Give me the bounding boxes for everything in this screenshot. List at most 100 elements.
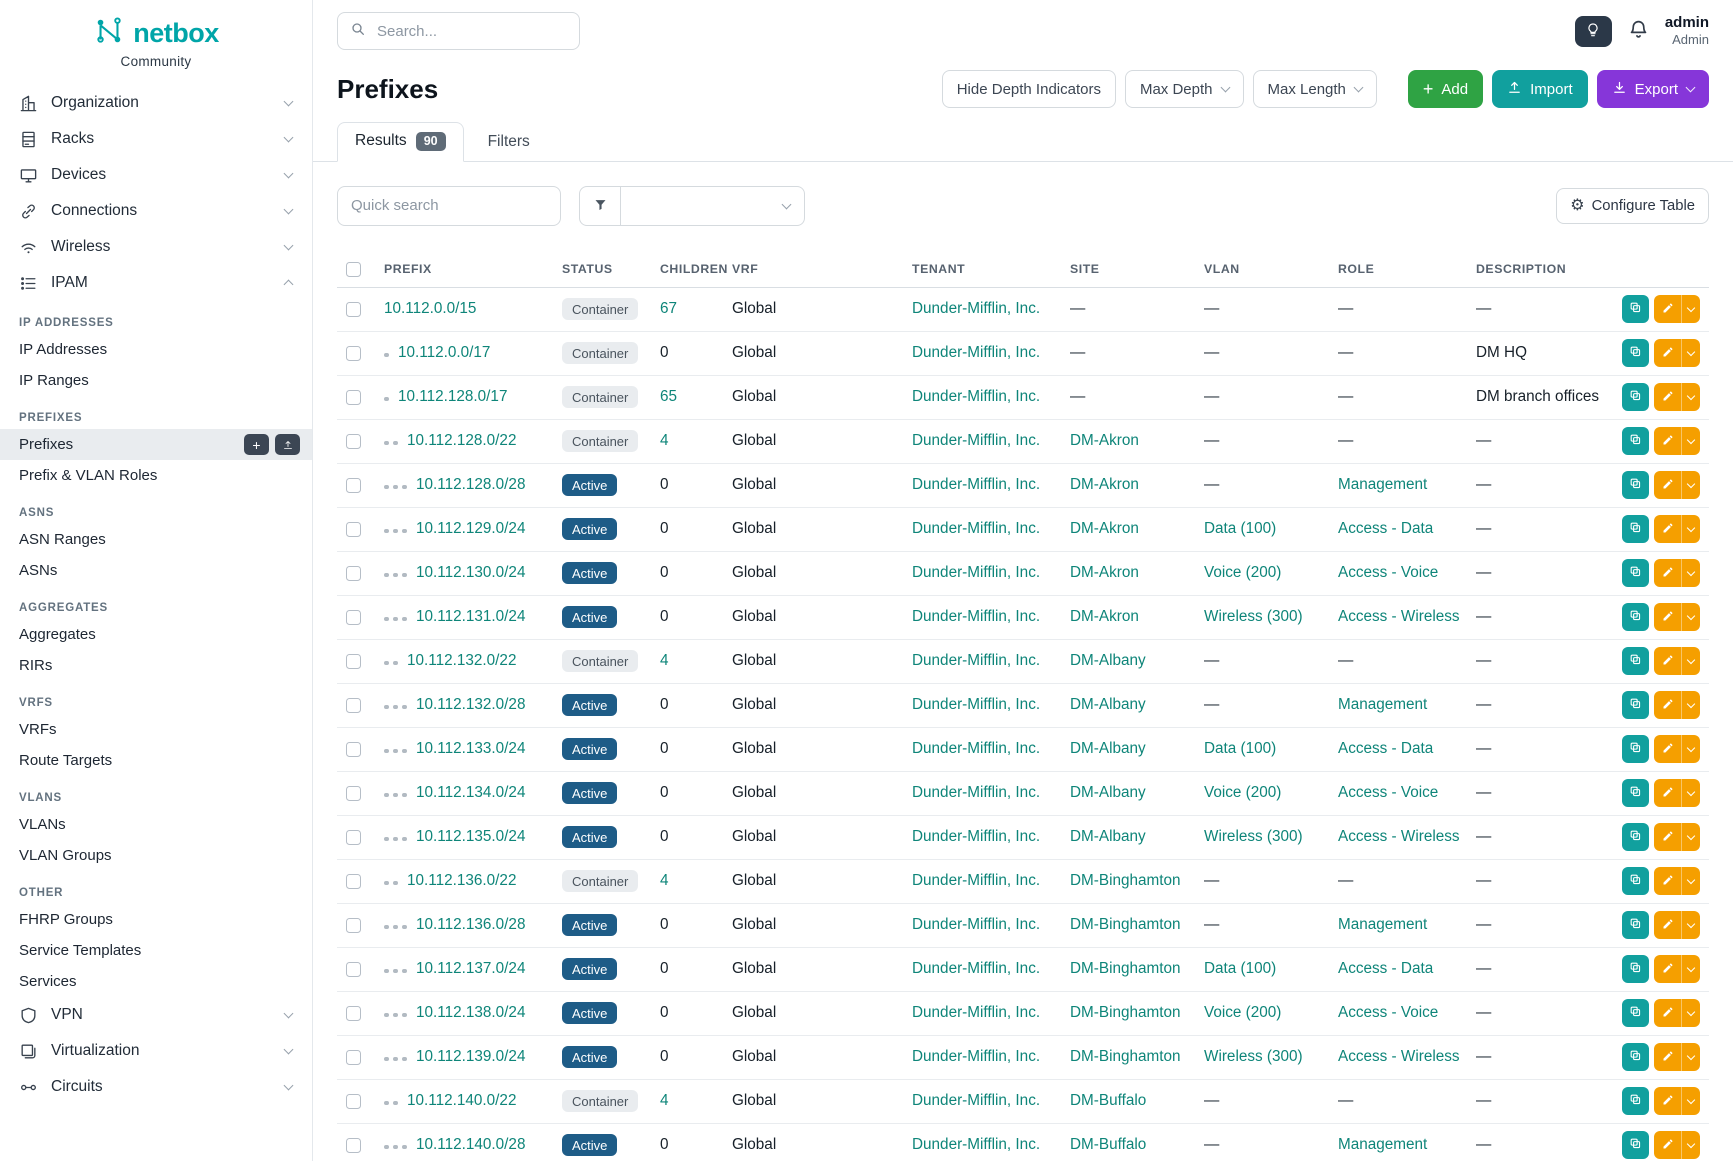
brand[interactable]: netbox Community [0,0,312,71]
row-checkbox[interactable] [346,918,361,933]
global-search-input[interactable] [375,22,567,41]
row-checkbox[interactable] [346,786,361,801]
tenant-link[interactable]: Dunder-Mifflin, Inc. [912,916,1040,933]
tenant-link[interactable]: Dunder-Mifflin, Inc. [912,300,1040,317]
tenant-link[interactable]: Dunder-Mifflin, Inc. [912,828,1040,845]
row-checkbox[interactable] [346,434,361,449]
role-link[interactable]: Management [1338,476,1427,493]
vlan-link[interactable]: Wireless (300) [1204,608,1303,625]
column-header-vlan[interactable]: VLAN [1195,252,1329,288]
sidebar-item-fhrp-groups[interactable]: FHRP Groups [0,904,312,935]
vlan-link[interactable]: Voice (200) [1204,1004,1281,1021]
row-checkbox[interactable] [346,346,361,361]
sidebar-item-vlans[interactable]: VLANs [0,809,312,840]
edit-dropdown-button[interactable] [1681,779,1700,807]
tenant-link[interactable]: Dunder-Mifflin, Inc. [912,1004,1040,1021]
max-depth-dropdown[interactable]: Max Depth [1125,70,1244,108]
prefix-link[interactable]: 10.112.137.0/24 [416,960,525,977]
clone-button[interactable] [1622,691,1649,719]
tenant-link[interactable]: Dunder-Mifflin, Inc. [912,872,1040,889]
clone-button[interactable] [1622,999,1649,1027]
edit-button[interactable] [1654,471,1680,499]
sidebar-item-prefix-vlan-roles[interactable]: Prefix & VLAN Roles [0,460,312,491]
role-link[interactable]: Management [1338,696,1427,713]
edit-button[interactable] [1654,735,1680,763]
column-header-prefix[interactable]: PREFIX [375,252,553,288]
saved-filter-select[interactable] [621,186,805,226]
column-header-status[interactable]: STATUS [553,252,651,288]
column-header-vrf[interactable]: VRF [723,252,903,288]
prefix-link[interactable]: 10.112.130.0/24 [416,564,525,581]
edit-button[interactable] [1654,999,1680,1027]
edit-dropdown-button[interactable] [1681,1043,1700,1071]
vlan-link[interactable]: Wireless (300) [1204,828,1303,845]
sidebar-item-ip-ranges[interactable]: IP Ranges [0,365,312,396]
role-link[interactable]: Access - Wireless [1338,608,1460,625]
row-checkbox[interactable] [346,1094,361,1109]
sidebar-item-rirs[interactable]: RIRs [0,650,312,681]
prefix-link[interactable]: 10.112.140.0/22 [407,1092,516,1109]
edit-button[interactable] [1654,339,1680,367]
sidebar-item-aggregates[interactable]: Aggregates [0,619,312,650]
row-checkbox[interactable] [346,830,361,845]
prefix-link[interactable]: 10.112.139.0/24 [416,1048,525,1065]
notifications-button[interactable] [1628,19,1649,43]
export-button[interactable]: Export [1597,70,1709,108]
row-checkbox[interactable] [346,1006,361,1021]
edit-dropdown-button[interactable] [1681,823,1700,851]
role-link[interactable]: Access - Voice [1338,1004,1438,1021]
tab-filters[interactable]: Filters [470,123,548,162]
prefix-link[interactable]: 10.112.132.0/22 [407,652,516,669]
sidebar-item-connections[interactable]: Connections [0,193,312,229]
prefix-link[interactable]: 10.112.129.0/24 [416,520,525,537]
clone-button[interactable] [1622,383,1649,411]
tenant-link[interactable]: Dunder-Mifflin, Inc. [912,652,1040,669]
row-checkbox[interactable] [346,742,361,757]
clone-button[interactable] [1622,1087,1649,1115]
vlan-link[interactable]: Data (100) [1204,740,1276,757]
column-header-role[interactable]: ROLE [1329,252,1467,288]
clone-button[interactable] [1622,735,1649,763]
site-link[interactable]: DM-Albany [1070,740,1146,757]
add-button[interactable]: + Add [1408,70,1483,108]
import-button[interactable]: Import [1492,70,1588,108]
edit-button[interactable] [1654,1087,1680,1115]
clone-button[interactable] [1622,515,1649,543]
sidebar-item-virtualization[interactable]: Virtualization [0,1033,312,1069]
role-link[interactable]: Access - Voice [1338,564,1438,581]
vlan-link[interactable]: Data (100) [1204,520,1276,537]
hide-depth-indicators-button[interactable]: Hide Depth Indicators [942,70,1116,108]
max-length-dropdown[interactable]: Max Length [1253,70,1377,108]
edit-dropdown-button[interactable] [1681,515,1700,543]
edit-button[interactable] [1654,295,1680,323]
tenant-link[interactable]: Dunder-Mifflin, Inc. [912,784,1040,801]
row-checkbox[interactable] [346,654,361,669]
edit-dropdown-button[interactable] [1681,383,1700,411]
quick-search-input[interactable] [337,186,561,226]
site-link[interactable]: DM-Akron [1070,476,1139,493]
tenant-link[interactable]: Dunder-Mifflin, Inc. [912,1136,1040,1153]
edit-dropdown-button[interactable] [1681,559,1700,587]
vlan-link[interactable]: Voice (200) [1204,564,1281,581]
sidebar-item-wireless[interactable]: Wireless [0,229,312,265]
site-link[interactable]: DM-Buffalo [1070,1136,1146,1153]
edit-button[interactable] [1654,515,1680,543]
edit-button[interactable] [1654,383,1680,411]
edit-button[interactable] [1654,559,1680,587]
column-header-tenant[interactable]: TENANT [903,252,1061,288]
clone-button[interactable] [1622,295,1649,323]
sidebar-item-asns[interactable]: ASNs [0,555,312,586]
children-count-link[interactable]: 4 [660,432,669,449]
tenant-link[interactable]: Dunder-Mifflin, Inc. [912,432,1040,449]
edit-button[interactable] [1654,427,1680,455]
children-count-link[interactable]: 4 [660,1092,669,1109]
sidebar-item-vlan-groups[interactable]: VLAN Groups [0,840,312,871]
edit-dropdown-button[interactable] [1681,955,1700,983]
tenant-link[interactable]: Dunder-Mifflin, Inc. [912,564,1040,581]
prefix-link[interactable]: 10.112.136.0/28 [416,916,525,933]
configure-table-button[interactable]: ⚙ Configure Table [1556,188,1709,224]
edit-button[interactable] [1654,647,1680,675]
tenant-link[interactable]: Dunder-Mifflin, Inc. [912,344,1040,361]
sidebar-item-racks[interactable]: Racks [0,121,312,157]
theme-toggle-button[interactable] [1575,16,1612,47]
